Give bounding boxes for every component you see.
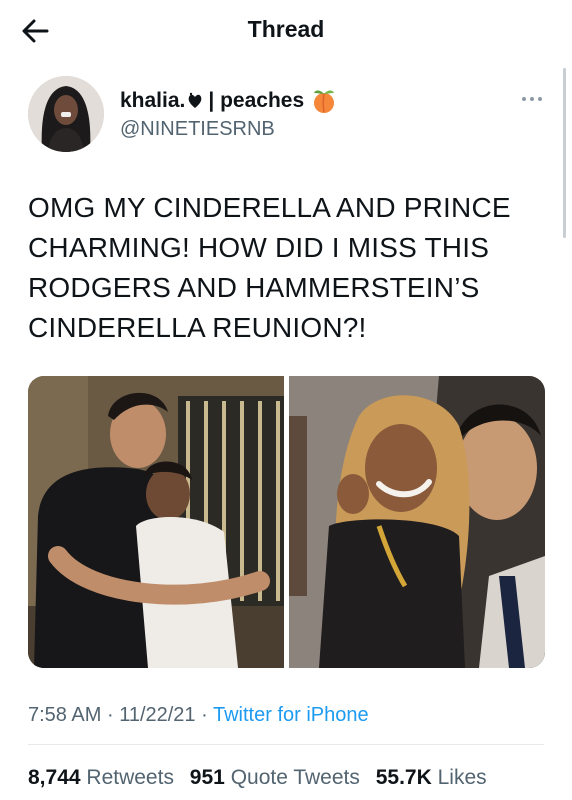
quote-tweets-label: Quote Tweets — [230, 766, 360, 789]
likes-label: Likes — [437, 766, 487, 789]
author-name-suffix: | peaches — [208, 89, 305, 112]
quote-tweets-stat[interactable]: 951 Quote Tweets — [190, 766, 360, 789]
divider — [28, 744, 544, 745]
heart-emoji-icon — [189, 92, 202, 108]
quote-tweets-count: 951 — [189, 766, 225, 789]
retweets-stat[interactable]: 8,744 Retweets — [28, 766, 174, 789]
meta-separator: · — [201, 704, 208, 726]
meta-separator: · — [106, 704, 114, 726]
photo-selfie — [289, 376, 545, 668]
scrollbar[interactable] — [563, 68, 566, 238]
tweet-text: OMG MY CINDERELLA AND PRINCE CHARMING! H… — [28, 192, 511, 343]
likes-stat[interactable]: 55.7K Likes — [376, 766, 487, 789]
tweet-source-link[interactable]: Twitter for iPhone — [213, 704, 369, 726]
likes-count: 55.7K — [375, 766, 432, 789]
tweet-photo-2[interactable] — [289, 376, 545, 668]
retweets-count: 8,744 — [28, 766, 81, 789]
tweet-photo-1[interactable] — [28, 376, 284, 668]
tweet-meta: 7:58 AM · 11/22/21 · Twitter for iPhone — [28, 704, 369, 727]
tweet-date: 11/22/21 — [119, 704, 196, 726]
page-title: Thread — [247, 16, 325, 42]
author-name-row[interactable]: khalia. | peaches — [120, 88, 338, 114]
author-handle[interactable]: @NINETIESRNB — [120, 118, 275, 141]
author-display-name: khalia. — [120, 89, 186, 112]
thread-header: Thread — [0, 0, 572, 62]
photo-couple-hug — [28, 376, 284, 668]
tweet-stats: 8,744 Retweets 951 Quote Tweets 55.7K Li… — [28, 766, 497, 790]
retweets-label: Retweets — [86, 766, 174, 789]
peach-emoji-icon — [314, 90, 335, 113]
tweet-time: 7:58 AM — [28, 704, 102, 726]
more-options-icon[interactable] — [518, 90, 546, 108]
avatar-photo — [28, 76, 104, 152]
avatar[interactable] — [28, 76, 104, 152]
